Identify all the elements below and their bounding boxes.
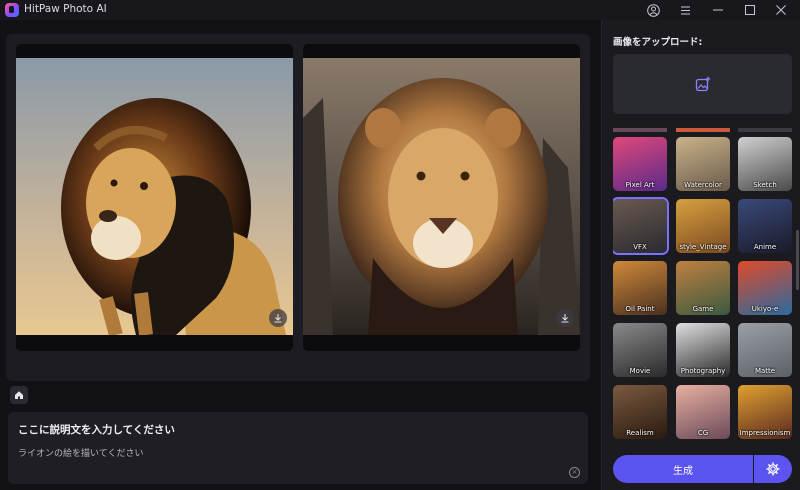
main-area: ここに説明文を入力してください × xyxy=(0,20,600,490)
style-label: style_Vintage xyxy=(679,243,727,251)
style-list-top-edge xyxy=(613,128,792,132)
style-label: Watercolor xyxy=(684,181,722,189)
style-label: Pixel Art xyxy=(625,181,655,189)
maximize-icon[interactable] xyxy=(737,0,763,20)
user-icon[interactable] xyxy=(640,0,666,20)
scrollbar[interactable] xyxy=(796,230,799,290)
style-card-matte[interactable]: Matte xyxy=(738,323,792,377)
prompt-input[interactable] xyxy=(18,444,558,460)
generate-button[interactable]: 生成 xyxy=(613,455,753,483)
style-label: CG xyxy=(697,429,709,437)
style-label: Oil Paint xyxy=(625,305,655,313)
menu-icon[interactable] xyxy=(672,0,698,20)
style-card-cg[interactable]: CG xyxy=(676,385,730,439)
prompt-title: ここに説明文を入力してください xyxy=(18,424,175,436)
download-icon[interactable] xyxy=(556,309,574,327)
home-button[interactable] xyxy=(10,386,28,404)
style-label: Matte xyxy=(754,367,776,375)
prompt-box: ここに説明文を入力してください × xyxy=(8,412,588,484)
style-label: Game xyxy=(692,305,714,313)
style-card-photography[interactable]: Photography xyxy=(676,323,730,377)
style-label: Impressionism xyxy=(739,429,791,437)
home-icon xyxy=(15,391,23,399)
minimize-icon[interactable] xyxy=(705,0,731,20)
lion-image xyxy=(16,58,293,335)
result-image-2[interactable] xyxy=(303,44,580,351)
style-label: Realism xyxy=(626,429,654,437)
style-card-anime[interactable]: Anime xyxy=(738,199,792,253)
download-icon[interactable] xyxy=(269,309,287,327)
style-card-watercolor[interactable]: Watercolor xyxy=(676,137,730,191)
style-card-ukiyo-e[interactable]: Ukiyo-e xyxy=(738,261,792,315)
add-image-icon xyxy=(695,76,710,92)
gear-icon xyxy=(766,462,780,476)
preview-panel xyxy=(6,34,590,381)
style-label: Anime xyxy=(753,243,777,251)
style-card-movie[interactable]: Movie xyxy=(613,323,667,377)
style-label: Movie xyxy=(629,367,651,375)
style-label: VFX xyxy=(633,243,647,251)
style-card-style-vintage[interactable]: style_Vintage xyxy=(676,199,730,253)
sidebar: 画像をアップロード: Pixel Art Watercolor Sketch VFX s… xyxy=(601,20,800,490)
lion-image xyxy=(303,58,580,335)
style-card-oil-paint[interactable]: Oil Paint xyxy=(613,261,667,315)
close-icon[interactable] xyxy=(768,0,794,20)
upload-area[interactable] xyxy=(613,54,792,114)
clear-icon[interactable]: × xyxy=(569,467,580,478)
style-card-realism[interactable]: Realism xyxy=(613,385,667,439)
style-card-game[interactable]: Game xyxy=(676,261,730,315)
style-card-sketch[interactable]: Sketch xyxy=(738,137,792,191)
result-image-1[interactable] xyxy=(16,44,293,351)
title-bar: HitPaw Photo AI xyxy=(0,0,800,20)
style-card-pixel-art[interactable]: Pixel Art xyxy=(613,137,667,191)
style-label: Photography xyxy=(680,367,726,375)
style-label: Sketch xyxy=(753,181,777,189)
upload-label: 画像をアップロード: xyxy=(613,37,703,48)
style-label: Ukiyo-e xyxy=(751,305,779,313)
style-grid: Pixel Art Watercolor Sketch VFX style_Vintag… xyxy=(613,137,793,449)
settings-button[interactable] xyxy=(754,455,792,483)
app-title: HitPaw Photo AI xyxy=(24,3,107,15)
style-card-impressionism[interactable]: Impressionism xyxy=(738,385,792,439)
app-logo-icon xyxy=(5,3,19,17)
style-card-vfx[interactable]: VFX xyxy=(613,199,667,253)
